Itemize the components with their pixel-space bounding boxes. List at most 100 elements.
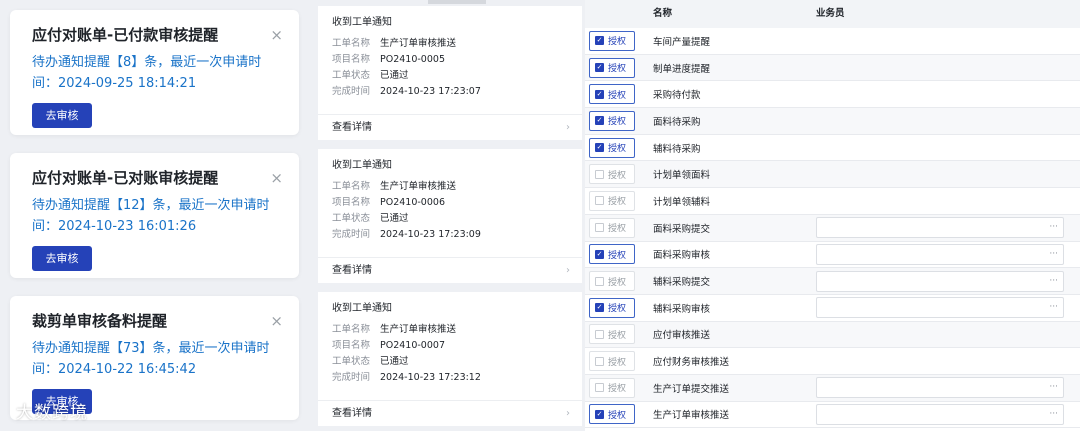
auth-cell: ✓ 授权 bbox=[585, 30, 635, 51]
more-icon: ··· bbox=[1049, 222, 1058, 233]
auth-label: 授权 bbox=[608, 37, 627, 48]
auth-label: 授权 bbox=[608, 410, 627, 421]
permission-name: 辅料采购提交 bbox=[653, 277, 711, 289]
auth-checkbox[interactable]: 授权 bbox=[589, 217, 635, 238]
notice-fields: 工单名称 生产订单审核推送 项目名称 PO2410-0007 工单状态 已通过 完成时间 20… bbox=[318, 322, 582, 386]
auth-checkbox[interactable]: ✓ 授权 bbox=[589, 57, 635, 78]
unchecked-icon bbox=[595, 356, 604, 366]
reminder-title: 裁剪单审核备料提醒 bbox=[32, 312, 168, 330]
notice-field-value: 已通过 bbox=[380, 356, 409, 367]
auth-cell: 授权 bbox=[585, 164, 635, 185]
table-body: ✓ 授权 车间产量提醒 ✓ 授权 制单进度提醒 ✓ 授权 采购待付款 ✓ 授权 … bbox=[585, 28, 1080, 429]
table-row: ✓ 授权 采购待付款 bbox=[585, 81, 1080, 109]
auth-checkbox[interactable]: ✓ 授权 bbox=[589, 404, 635, 425]
auth-checkbox[interactable]: 授权 bbox=[589, 190, 635, 211]
auth-checkbox[interactable]: 授权 bbox=[589, 377, 635, 398]
notice-title: 收到工单通知 bbox=[332, 160, 392, 171]
permission-name: 生产订单审核推送 bbox=[653, 410, 730, 422]
notice-row: 项目名称 PO2410-0005 bbox=[318, 52, 582, 68]
table-row: ✓ 授权 面料采购审核 ··· bbox=[585, 242, 1080, 269]
notice-row: 工单状态 已通过 bbox=[318, 354, 582, 370]
watermark-logo: 大数跨境 bbox=[16, 403, 88, 423]
salesperson-cell: ··· bbox=[798, 297, 1080, 319]
salesperson-select[interactable]: ··· bbox=[816, 377, 1064, 399]
notice-field-value: PO2410-0005 bbox=[380, 54, 445, 65]
auth-checkbox[interactable]: ✓ 授权 bbox=[589, 297, 635, 318]
notice-title: 收到工单通知 bbox=[332, 17, 392, 28]
review-button[interactable]: 去审核 bbox=[32, 246, 92, 271]
auth-checkbox[interactable]: 授权 bbox=[589, 351, 635, 372]
checked-icon: ✓ bbox=[595, 63, 604, 73]
notice-field-value: 2024-10-23 17:23:09 bbox=[380, 229, 481, 240]
screen: 应付对账单-已付款审核提醒 × 待办通知提醒【8】条，最近一次申请时间：2024… bbox=[0, 0, 1080, 431]
auth-checkbox[interactable]: 授权 bbox=[589, 271, 635, 292]
view-details-link[interactable]: 查看详情 › bbox=[318, 114, 582, 140]
notice-field-label: 工单状态 bbox=[332, 70, 371, 81]
unchecked-icon bbox=[595, 169, 604, 179]
notice-field-label: 完成时间 bbox=[332, 86, 371, 97]
view-details-label: 查看详情 bbox=[332, 122, 372, 133]
work-order-notice: 收到工单通知 工单名称 生产订单审核推送 项目名称 PO2410-0005 工单状态 已通… bbox=[318, 6, 582, 140]
reminder-message: 待办通知提醒【12】条，最近一次申请时间：2024-10-23 16:01:26 bbox=[32, 195, 280, 237]
more-icon: ··· bbox=[1049, 382, 1058, 393]
salesperson-select[interactable]: ··· bbox=[816, 403, 1064, 425]
auth-checkbox[interactable]: 授权 bbox=[589, 324, 635, 345]
notice-field-label: 项目名称 bbox=[332, 54, 371, 65]
notice-row: 工单名称 生产订单审核推送 bbox=[318, 179, 582, 195]
auth-label: 授权 bbox=[608, 250, 627, 261]
auth-checkbox[interactable]: ✓ 授权 bbox=[589, 110, 635, 131]
reminder-time: 2024-10-23 16:01:26 bbox=[58, 219, 197, 234]
unchecked-icon bbox=[595, 196, 604, 206]
permission-name: 面料采购审核 bbox=[653, 250, 711, 262]
notice-field-value: 生产订单审核推送 bbox=[380, 38, 457, 49]
auth-checkbox[interactable]: 授权 bbox=[589, 164, 635, 185]
auth-cell: ✓ 授权 bbox=[585, 297, 635, 318]
notice-fields: 工单名称 生产订单审核推送 项目名称 PO2410-0005 工单状态 已通过 完成时间 20… bbox=[318, 36, 582, 100]
notice-field-value: PO2410-0007 bbox=[380, 340, 445, 351]
notice-field-label: 工单名称 bbox=[332, 38, 371, 49]
auth-label: 授权 bbox=[608, 224, 627, 235]
close-icon[interactable]: × bbox=[270, 314, 283, 329]
auth-checkbox[interactable]: ✓ 授权 bbox=[589, 137, 635, 158]
permission-name: 生产订单提交推送 bbox=[653, 383, 730, 395]
salesperson-select[interactable]: ··· bbox=[816, 297, 1064, 319]
close-icon[interactable]: × bbox=[270, 171, 283, 186]
review-button[interactable]: 去审核 bbox=[32, 103, 92, 128]
more-icon: ··· bbox=[1049, 275, 1058, 286]
table-row: ✓ 授权 生产订单审核推送 ··· bbox=[585, 402, 1080, 429]
salesperson-select[interactable]: ··· bbox=[816, 217, 1064, 239]
notice-field-label: 工单名称 bbox=[332, 181, 371, 192]
auth-cell: ✓ 授权 bbox=[585, 57, 635, 78]
notice-field-value: 2024-10-23 17:23:07 bbox=[380, 86, 481, 97]
salesperson-cell: ··· bbox=[798, 270, 1080, 292]
permission-name: 计划单领辅料 bbox=[653, 196, 711, 208]
reminder-message: 待办通知提醒【73】条，最近一次申请时间：2024-10-22 16:45:42 bbox=[32, 338, 280, 380]
notice-field-label: 工单名称 bbox=[332, 324, 371, 335]
table-row: 授权 计划单领面料 bbox=[585, 161, 1080, 189]
auth-checkbox[interactable]: ✓ 授权 bbox=[589, 30, 635, 51]
more-icon: ··· bbox=[1049, 302, 1058, 313]
auth-checkbox[interactable]: ✓ 授权 bbox=[589, 244, 635, 265]
checked-icon: ✓ bbox=[595, 303, 604, 313]
view-details-link[interactable]: 查看详情 › bbox=[318, 400, 582, 426]
view-details-link[interactable]: 查看详情 › bbox=[318, 257, 582, 283]
close-icon[interactable]: × bbox=[270, 28, 283, 43]
header-salesperson: 业务员 bbox=[816, 8, 845, 19]
permission-table: 名称 业务员 ✓ 授权 车间产量提醒 ✓ 授权 制单进度提醒 ✓ 授权 采购待付… bbox=[585, 0, 1080, 431]
reminder-column: 应付对账单-已付款审核提醒 × 待办通知提醒【8】条，最近一次申请时间：2024… bbox=[0, 0, 310, 431]
reminder-title: 应付对账单-已付款审核提醒 bbox=[32, 26, 219, 44]
notice-field-label: 工单状态 bbox=[332, 213, 371, 224]
auth-checkbox[interactable]: ✓ 授权 bbox=[589, 84, 635, 105]
permission-name: 应付财务审核推送 bbox=[653, 357, 730, 369]
more-icon: ··· bbox=[1049, 248, 1058, 259]
notice-row: 完成时间 2024-10-23 17:23:09 bbox=[318, 227, 582, 243]
salesperson-select[interactable]: ··· bbox=[816, 270, 1064, 292]
auth-label: 授权 bbox=[608, 170, 627, 181]
notice-field-value: 生产订单审核推送 bbox=[380, 181, 457, 192]
table-row: 授权 辅料采购提交 ··· bbox=[585, 268, 1080, 295]
reminder-time: 2024-09-25 18:14:21 bbox=[58, 76, 197, 91]
auth-label: 授权 bbox=[608, 384, 627, 395]
salesperson-select[interactable]: ··· bbox=[816, 243, 1064, 265]
auth-label: 授权 bbox=[608, 197, 627, 208]
auth-label: 授权 bbox=[608, 117, 627, 128]
